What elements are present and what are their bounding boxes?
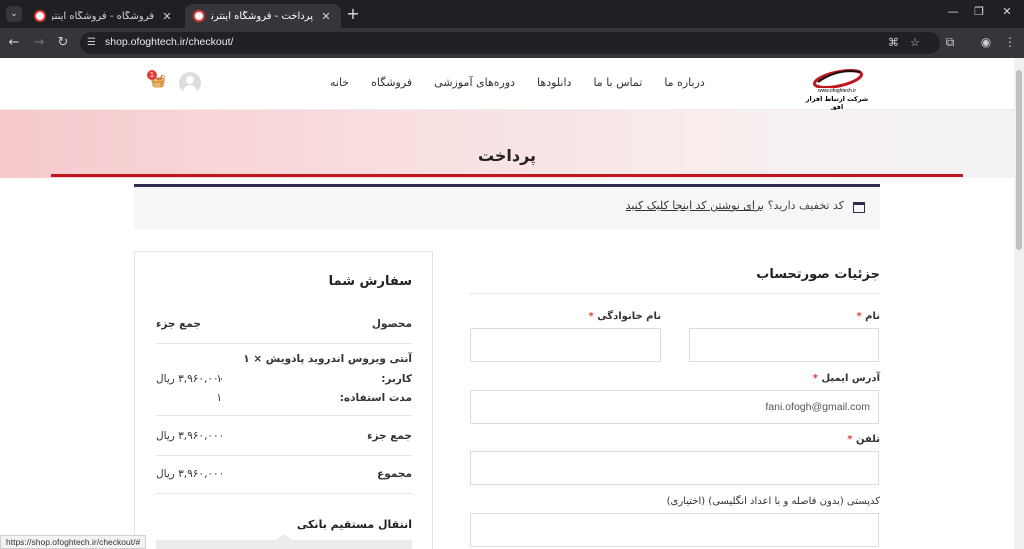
back-arrow-icon[interactable]: ← xyxy=(6,35,22,51)
subtotal-value: ۳,۹۶۰,۰۰۰ ریال xyxy=(156,430,225,442)
coupon-text: کد تخفیف دارید؟ برای نوشتن کد اینجا کلیک… xyxy=(626,199,844,212)
total-value: ۳,۹۶۰,۰۰۰ ریال xyxy=(156,468,225,480)
postcode-field[interactable] xyxy=(470,513,879,547)
main-navigation: خانه فروشگاه دوره‌های آموزشی دانلودها تم… xyxy=(330,76,705,89)
scrollbar-thumb[interactable] xyxy=(1016,70,1022,250)
divider xyxy=(470,293,880,294)
restore-icon[interactable]: ❐ xyxy=(970,5,988,18)
nav-home[interactable]: خانه xyxy=(330,76,349,89)
order-subtotal-row: جمع جزء ۳,۹۶۰,۰۰۰ ریال xyxy=(156,416,412,456)
order-item-name: آنتی ویروس اندروید پادویش × ۱ xyxy=(243,353,412,365)
coupon-link[interactable]: برای نوشتن کد اینجا کلیک کنید xyxy=(626,199,765,212)
page-scrollbar[interactable] xyxy=(1014,58,1024,549)
window-icon xyxy=(853,202,865,213)
total-label: مجموع xyxy=(377,468,412,480)
cart-button[interactable]: 🧺 1 xyxy=(147,70,168,92)
email-field[interactable]: fani.ofogh@gmail.com xyxy=(470,390,879,424)
site-favicon-icon xyxy=(193,10,205,22)
order-item-row: آنتی ویروس اندروید پادویش × ۱ کاربر: ۱ م… xyxy=(156,344,412,416)
forward-arrow-icon[interactable]: → xyxy=(31,35,47,51)
payment-description-box xyxy=(156,534,412,549)
window-close-icon[interactable]: ✕ xyxy=(998,5,1016,18)
browser-tab-shop[interactable]: فروشگاه - فروشگاه اینترنتی ارتباط افزار … xyxy=(26,4,182,28)
site-favicon-icon xyxy=(34,10,46,22)
billing-details: جزئیات صورتحساب نام * نام خانوادگی * آدر… xyxy=(470,251,880,549)
last-name-field[interactable] xyxy=(470,328,661,362)
phone-label: تلفن * xyxy=(847,434,880,445)
nav-contact[interactable]: تماس با ما xyxy=(593,76,642,89)
new-tab-button[interactable]: + xyxy=(344,5,362,23)
browser-tab-strip: ⌄ فروشگاه - فروشگاه اینترنتی ارتباط افزا… xyxy=(0,0,1024,28)
profile-icon[interactable]: ◉ xyxy=(978,35,994,49)
site-header: www.ofoghtech.ir شرکت ارتباط افزار افق خ… xyxy=(0,58,1014,111)
minimize-icon[interactable]: — xyxy=(944,5,962,18)
order-total-row: مجموع ۳,۹۶۰,۰۰۰ ریال xyxy=(156,456,412,494)
tab-search-icon[interactable]: ⌄ xyxy=(6,6,22,22)
last-name-label: نام خانوادگی * xyxy=(588,311,661,322)
bookmark-star-icon[interactable]: ☆ xyxy=(910,36,920,49)
extensions-icon[interactable]: ⧉ xyxy=(942,35,958,50)
logo-domain: www.ofoghtech.ir xyxy=(817,88,857,94)
browser-toolbar: ← → ↻ ☰ shop.ofoghtech.ir/checkout/ ⌘ ☆ … xyxy=(0,28,1024,58)
hero-divider xyxy=(51,174,963,177)
page-viewport: www.ofoghtech.ir شرکت ارتباط افزار افق خ… xyxy=(0,58,1014,549)
order-review: سفارش شما محصول جمع جزء آنتی ویروس اندرو… xyxy=(134,251,433,549)
order-heading: سفارش شما xyxy=(328,274,412,289)
subtotal-label: جمع جزء xyxy=(367,430,412,442)
link-status-bar: https://shop.ofoghtech.ir/checkout/# xyxy=(0,535,147,549)
first-name-label: نام * xyxy=(856,311,880,322)
user-avatar-icon[interactable] xyxy=(179,72,201,94)
nav-about[interactable]: درباره ما xyxy=(664,76,704,89)
browser-tab-checkout[interactable]: پرداخت - فروشگاه اینترنتی ارتباط افزار ✕ xyxy=(185,4,341,28)
coupon-notice: کد تخفیف دارید؟ برای نوشتن کد اینجا کلیک… xyxy=(134,184,880,229)
first-name-field[interactable] xyxy=(689,328,879,362)
email-label: آدرس ایمیل * xyxy=(812,373,880,384)
nav-downloads[interactable]: دانلودها xyxy=(537,76,571,89)
page-title: پرداخت xyxy=(477,146,537,165)
close-icon[interactable]: ✕ xyxy=(319,10,333,23)
nav-courses[interactable]: دوره‌های آموزشی xyxy=(434,76,515,89)
address-bar[interactable]: ☰ shop.ofoghtech.ir/checkout/ ⌘ ☆ xyxy=(80,32,940,54)
postcode-label: کدپستی (بدون فاصله و با اعداد انگلیسی) (… xyxy=(666,496,880,507)
col-subtotal-header: جمع جزء xyxy=(156,318,201,330)
order-table-header: محصول جمع جزء xyxy=(156,302,412,344)
translate-icon[interactable]: ⌘ xyxy=(888,36,899,49)
logo-swoosh-icon xyxy=(812,69,864,88)
page-hero: پرداخت xyxy=(0,110,1014,178)
coupon-prompt: کد تخفیف دارید؟ xyxy=(767,199,844,212)
site-info-icon[interactable]: ☰ xyxy=(87,36,101,50)
logo-company-name: شرکت ارتباط افزار افق xyxy=(805,95,869,111)
phone-field[interactable] xyxy=(470,451,879,485)
url-text: shop.ofoghtech.ir/checkout/ xyxy=(105,36,234,48)
order-item-meta-label: مدت استفاده: xyxy=(339,392,412,404)
reload-icon[interactable]: ↻ xyxy=(55,35,71,51)
site-logo[interactable]: www.ofoghtech.ir شرکت ارتباط افزار افق xyxy=(800,66,874,111)
payment-method-bank-transfer[interactable]: انتقال مستقیم بانکی xyxy=(297,518,412,531)
close-icon[interactable]: ✕ xyxy=(160,10,174,23)
col-product-header: محصول xyxy=(371,318,412,330)
order-item-price: ۳,۹۶۰,۰۰۰ ریال xyxy=(156,373,225,385)
order-item-meta-label: کاربر: xyxy=(381,373,412,385)
cart-count-badge: 1 xyxy=(147,70,157,80)
order-item-meta-value: ۱ xyxy=(216,392,222,404)
tab-title: پرداخت - فروشگاه اینترنتی ارتباط افزار xyxy=(211,10,313,22)
billing-heading: جزئیات صورتحساب xyxy=(756,267,880,282)
menu-kebab-icon[interactable]: ⋮ xyxy=(1002,35,1018,49)
tab-title: فروشگاه - فروشگاه اینترنتی ارتباط افزار xyxy=(52,10,154,22)
nav-shop[interactable]: فروشگاه xyxy=(371,76,412,89)
